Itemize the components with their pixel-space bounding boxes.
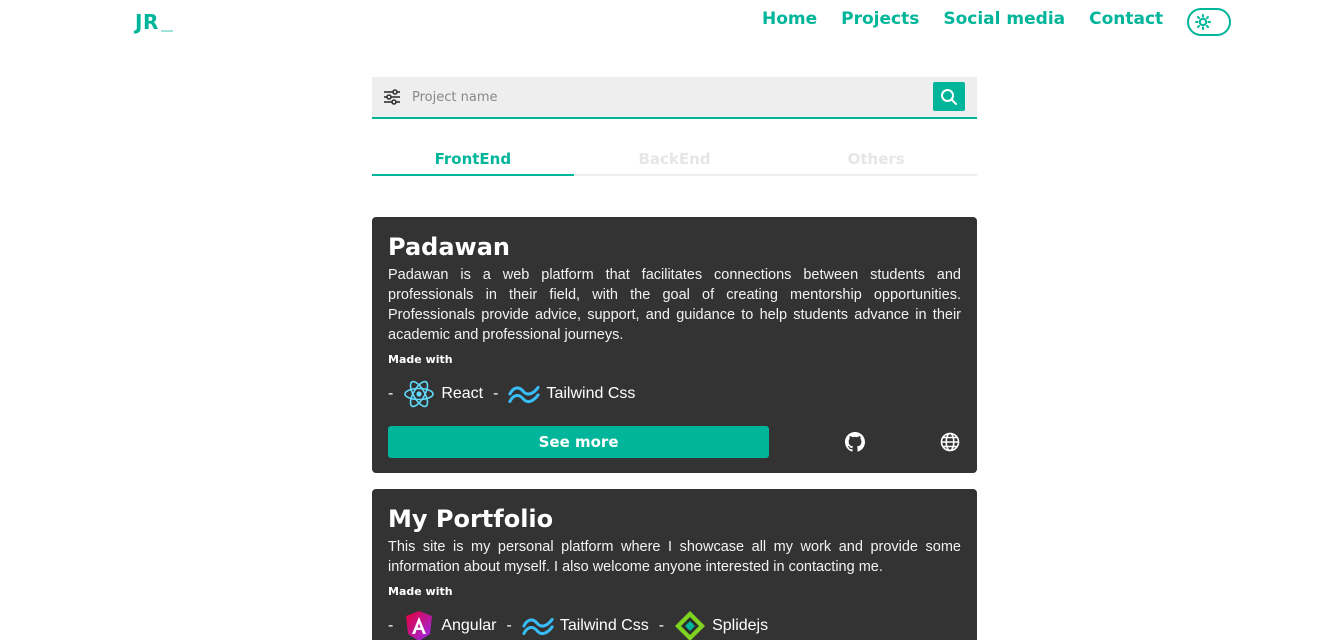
tech-tailwind: Tailwind Css [508,378,635,410]
logo-cursor [160,30,173,32]
project-search-bar [372,77,977,119]
nav-projects-link[interactable]: Projects [841,9,919,29]
tech-label: Angular [441,617,497,634]
tech-splidejs: Splidejs [674,610,768,640]
tech-label: Tailwind Css [559,617,649,634]
project-description: Padawan is a web platform that facilitat… [388,267,961,343]
project-category-tabs: FrontEnd BackEnd Others [372,150,977,176]
project-card-my-portfolio: My Portfolio This site is my personal pl… [372,489,977,640]
logo-text: JR [135,10,159,34]
angular-icon [403,610,435,640]
project-title: My Portfolio [388,505,554,533]
nav-contact-link[interactable]: Contact [1089,9,1163,29]
tab-backend[interactable]: BackEnd [574,150,776,174]
tech-list: - Angular - Tailwind Css - Splidejs [388,610,961,640]
search-button[interactable] [933,82,965,111]
tailwind-icon [522,610,554,640]
sun-icon [1195,14,1211,30]
tech-label: React [441,385,484,402]
globe-icon[interactable] [939,431,961,453]
tab-others[interactable]: Others [775,150,977,174]
github-icon[interactable] [844,431,866,453]
card-actions: See more [388,426,961,458]
project-description: This site is my personal platform where … [388,539,961,575]
made-with-label: Made with [388,585,453,598]
nav-social-media-link[interactable]: Social media [943,9,1065,29]
tech-tailwind: Tailwind Css [522,610,649,640]
tailwind-icon [508,378,541,410]
splidejs-icon [674,610,706,640]
sliders-icon[interactable] [382,87,402,107]
theme-toggle[interactable] [1187,8,1231,36]
see-more-button[interactable]: See more [388,426,770,458]
tech-label: Tailwind Css [546,385,636,402]
react-icon [403,378,435,410]
tech-label: Splidejs [712,617,769,634]
project-title: Padawan [388,233,510,261]
tech-list: - React - Tailwind Css [388,378,961,410]
nav-home-link[interactable]: Home [762,9,817,29]
tech-angular: Angular [403,610,496,640]
logo[interactable]: JR [135,10,173,34]
project-card-padawan: Padawan Padawan is a web platform that f… [372,217,977,473]
tab-frontend[interactable]: FrontEnd [372,150,574,176]
project-name-input[interactable] [412,85,912,109]
main-nav: Home Projects Social media Contact [762,9,1163,29]
made-with-label: Made with [388,353,453,366]
magnifier-icon [941,88,957,105]
tech-react: React [403,378,483,410]
